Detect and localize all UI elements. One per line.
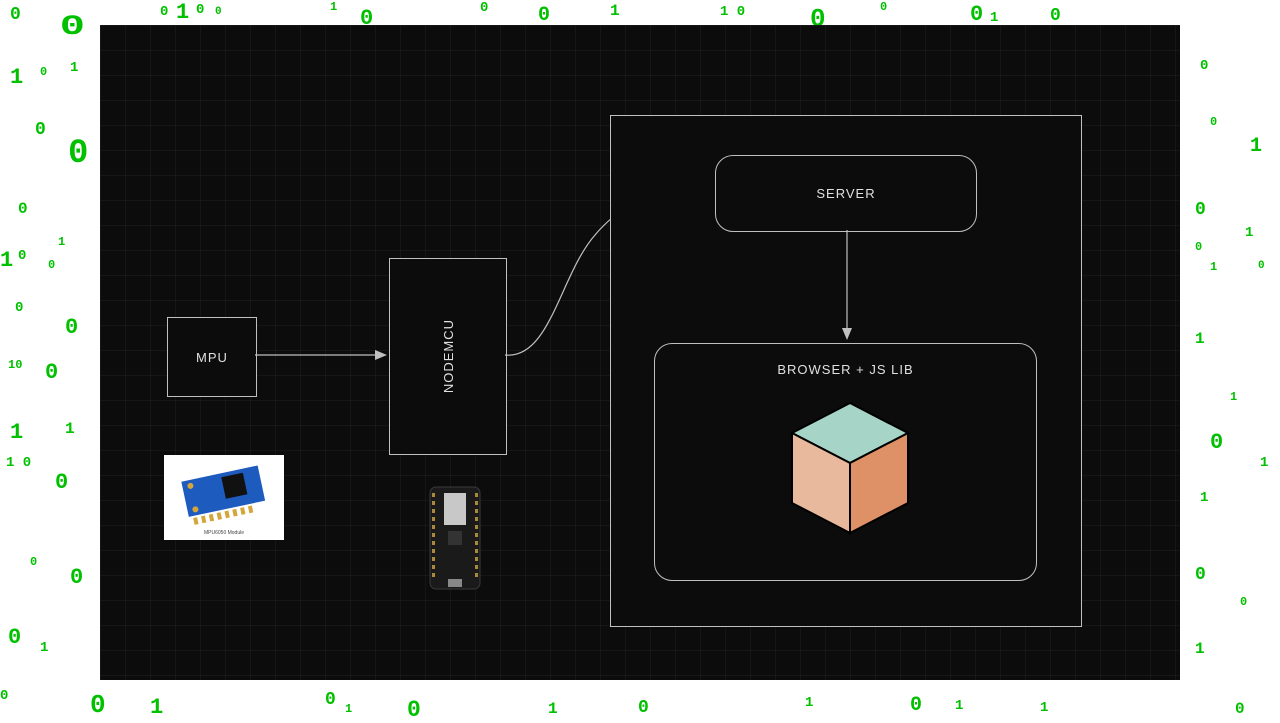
image-mpu-caption: MPU6050 Module <box>164 530 284 536</box>
image-nodemcu-board <box>426 483 484 593</box>
node-nodemcu-label: NODEMCU <box>441 319 456 393</box>
node-server-label: SERVER <box>816 186 875 201</box>
node-server: SERVER <box>715 155 977 232</box>
node-mpu: MPU <box>167 317 257 397</box>
diagram-canvas: MPU NODEMCU SERVER BROWSER + JS LIB <box>100 25 1180 680</box>
image-mpu-module: MPU6050 Module <box>164 455 284 540</box>
node-nodemcu: NODEMCU <box>389 258 507 455</box>
node-browser: BROWSER + JS LIB <box>654 343 1037 581</box>
node-browser-label: BROWSER + JS LIB <box>777 362 913 377</box>
node-mpu-label: MPU <box>196 350 228 365</box>
